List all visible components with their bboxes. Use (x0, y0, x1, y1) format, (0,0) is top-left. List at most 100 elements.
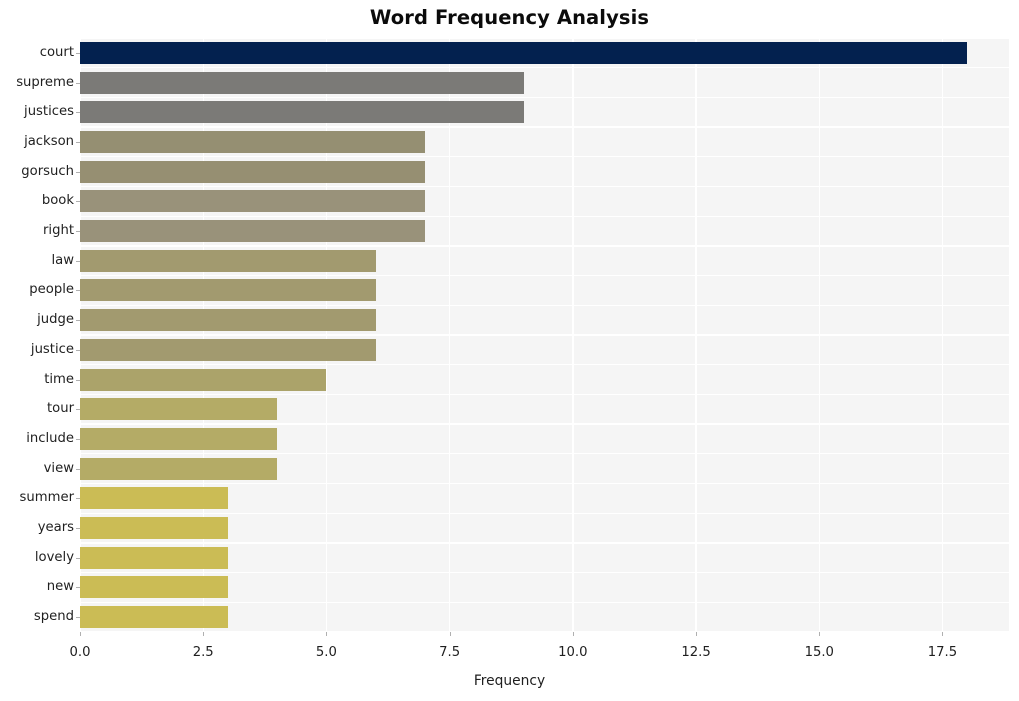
bar-tour (80, 398, 278, 421)
y-tickmark (76, 141, 80, 143)
y-tickmark (76, 617, 80, 619)
x-tick-2.5: 2.5 (192, 645, 214, 660)
y-tick-new: new (46, 579, 74, 595)
gridline-horizontal (80, 245, 1009, 247)
gridline-horizontal (80, 38, 1009, 39)
gridline-horizontal (80, 274, 1009, 277)
bar-jackson (80, 130, 425, 153)
y-tick-right: right (43, 223, 74, 239)
x-tick-17.5: 17.5 (927, 645, 958, 660)
x-tick-7.5: 7.5 (439, 645, 461, 660)
bar-book (80, 190, 425, 213)
y-tick-tour: tour (46, 401, 74, 417)
gridline-horizontal (80, 215, 1009, 217)
x-tickmark (326, 632, 328, 636)
y-tick-people: people (29, 282, 74, 298)
gridline-horizontal (80, 571, 1009, 574)
bar-justices (80, 101, 524, 124)
y-tick-years: years (37, 520, 74, 536)
x-tick-10.0: 10.0 (558, 645, 588, 660)
bar-judge (80, 309, 376, 332)
bar-lovely (80, 546, 228, 569)
y-tick-supreme: supreme (16, 74, 74, 90)
y-tickmark (76, 379, 80, 381)
x-tick-15.0: 15.0 (804, 645, 834, 660)
y-tick-jackson: jackson (24, 133, 74, 149)
y-tick-view: view (43, 460, 74, 476)
y-tick-judge: judge (37, 312, 74, 328)
bar-new (80, 576, 228, 599)
y-tick-summer: summer (19, 490, 74, 506)
bar-gorsuch (80, 160, 425, 183)
x-tickmark (80, 632, 81, 636)
bar-law (80, 249, 376, 272)
bar-court (80, 41, 968, 64)
y-tick-law: law (51, 252, 74, 268)
y-tickmark (76, 231, 80, 233)
x-axis-label: Frequency (473, 673, 546, 689)
bar-include (80, 427, 278, 450)
y-tickmark (76, 468, 80, 470)
x-tickmark (572, 632, 574, 636)
x-tickmark (203, 632, 205, 636)
bar-years (80, 517, 228, 540)
y-tickmark (76, 528, 80, 530)
y-tickmark (76, 587, 80, 589)
y-tickmark (76, 438, 80, 440)
y-tick-gorsuch: gorsuch (21, 163, 74, 179)
y-tick-include: include (26, 430, 74, 446)
gridline-horizontal (80, 334, 1009, 336)
gridline-horizontal (80, 185, 1009, 188)
gridline-horizontal (80, 364, 1009, 366)
bar-supreme (80, 71, 524, 94)
gridline-horizontal (80, 67, 1009, 69)
y-tick-justices: justices (24, 104, 74, 120)
gridline-horizontal (80, 482, 1009, 485)
gridline-horizontal (80, 453, 1009, 455)
x-tickmark (696, 632, 698, 636)
y-tickmark (76, 498, 80, 500)
bar-justice (80, 338, 376, 361)
y-tick-justice: justice (30, 341, 74, 357)
gridline-horizontal (80, 512, 1009, 514)
gridline-horizontal (80, 631, 1009, 632)
x-tick-0.0: 0.0 (69, 645, 91, 660)
y-tickmark (76, 349, 80, 351)
chart-title: Word Frequency Analysis (369, 6, 650, 29)
gridline-horizontal (80, 96, 1009, 99)
x-tickmark (942, 632, 944, 636)
x-tickmark (449, 632, 451, 636)
gridline-horizontal (80, 304, 1009, 306)
x-tick-12.5: 12.5 (681, 645, 711, 660)
plot-area (80, 38, 1009, 632)
y-tick-book: book (41, 193, 74, 209)
y-tickmark (76, 171, 80, 173)
bar-right (80, 220, 425, 243)
y-tick-spend: spend (33, 609, 74, 625)
bar-spend (80, 606, 228, 629)
y-tickmark (76, 201, 80, 203)
bar-people (80, 279, 376, 302)
y-tickmark (76, 52, 80, 54)
chart-figure: Word Frequency Analysis court supreme just… (0, 0, 1019, 701)
y-tick-time: time (44, 371, 74, 387)
x-tickmark (819, 632, 821, 636)
x-tick-5.0: 5.0 (315, 645, 337, 660)
y-tickmark (76, 320, 80, 322)
gridline-horizontal (80, 393, 1009, 396)
bar-view (80, 457, 278, 480)
bar-summer (80, 487, 228, 510)
gridline-horizontal (80, 156, 1009, 158)
y-tick-court: court (39, 44, 74, 60)
gridline-horizontal (80, 126, 1009, 128)
gridline-horizontal (80, 601, 1009, 603)
y-tickmark (76, 557, 80, 559)
y-tickmark (76, 409, 80, 411)
y-tickmark (76, 290, 80, 292)
y-tick-lovely: lovely (34, 549, 74, 565)
y-tickmark (76, 260, 80, 262)
gridline-horizontal (80, 542, 1009, 544)
gridline-horizontal (80, 423, 1009, 425)
bar-time (80, 368, 327, 391)
y-tickmark (76, 82, 80, 84)
